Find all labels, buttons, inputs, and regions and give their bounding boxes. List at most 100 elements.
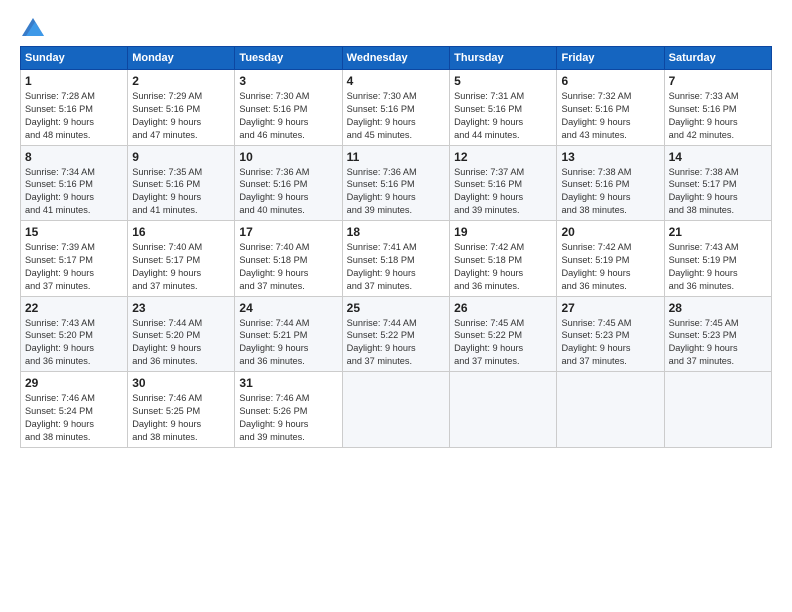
day-number: 7 — [669, 74, 767, 88]
day-info: Sunrise: 7:38 AMSunset: 5:17 PMDaylight:… — [669, 166, 767, 218]
day-info: Sunrise: 7:42 AMSunset: 5:18 PMDaylight:… — [454, 241, 552, 293]
day-info: Sunrise: 7:46 AMSunset: 5:25 PMDaylight:… — [132, 392, 230, 444]
day-info: Sunrise: 7:29 AMSunset: 5:16 PMDaylight:… — [132, 90, 230, 142]
calendar-week-1: 1 Sunrise: 7:28 AMSunset: 5:16 PMDaylight… — [21, 70, 772, 146]
calendar-cell — [664, 372, 771, 448]
calendar-cell: 26 Sunrise: 7:45 AMSunset: 5:22 PMDayligh… — [450, 296, 557, 372]
calendar-cell: 11 Sunrise: 7:36 AMSunset: 5:16 PMDayligh… — [342, 145, 449, 221]
day-info: Sunrise: 7:30 AMSunset: 5:16 PMDaylight:… — [239, 90, 337, 142]
calendar-cell: 7 Sunrise: 7:33 AMSunset: 5:16 PMDaylight… — [664, 70, 771, 146]
day-info: Sunrise: 7:36 AMSunset: 5:16 PMDaylight:… — [347, 166, 445, 218]
day-info: Sunrise: 7:35 AMSunset: 5:16 PMDaylight:… — [132, 166, 230, 218]
calendar-cell: 4Sunrise: 7:30 AMSunset: 5:16 PMDaylight… — [342, 70, 449, 146]
day-number: 14 — [669, 150, 767, 164]
day-number: 9 — [132, 150, 230, 164]
day-info: Sunrise: 7:33 AMSunset: 5:16 PMDaylight:… — [669, 90, 767, 142]
day-info: Sunrise: 7:40 AMSunset: 5:18 PMDaylight:… — [239, 241, 337, 293]
day-info: Sunrise: 7:31 AMSunset: 5:16 PMDaylight:… — [454, 90, 552, 142]
calendar-cell — [342, 372, 449, 448]
calendar-cell: 20 Sunrise: 7:42 AMSunset: 5:19 PMDayligh… — [557, 221, 664, 297]
calendar-cell: 25Sunrise: 7:44 AMSunset: 5:22 PMDayligh… — [342, 296, 449, 372]
day-info: Sunrise: 7:45 AMSunset: 5:23 PMDaylight:… — [669, 317, 767, 369]
day-number: 16 — [132, 225, 230, 239]
day-info: Sunrise: 7:46 AMSunset: 5:26 PMDaylight:… — [239, 392, 337, 444]
day-number: 25 — [347, 301, 445, 315]
day-number: 6 — [561, 74, 659, 88]
calendar-cell: 28 Sunrise: 7:45 AMSunset: 5:23 PMDayligh… — [664, 296, 771, 372]
day-number: 10 — [239, 150, 337, 164]
day-info: Sunrise: 7:45 AMSunset: 5:23 PMDaylight:… — [561, 317, 659, 369]
calendar-week-3: 15 Sunrise: 7:39 AMSunset: 5:17 PMDayligh… — [21, 221, 772, 297]
day-info: Sunrise: 7:36 AMSunset: 5:16 PMDaylight:… — [239, 166, 337, 218]
day-number: 22 — [25, 301, 123, 315]
day-number: 13 — [561, 150, 659, 164]
day-number: 2 — [132, 74, 230, 88]
calendar-cell: 30 Sunrise: 7:46 AMSunset: 5:25 PMDayligh… — [128, 372, 235, 448]
calendar-cell: 15 Sunrise: 7:39 AMSunset: 5:17 PMDayligh… — [21, 221, 128, 297]
day-info: Sunrise: 7:39 AMSunset: 5:17 PMDaylight:… — [25, 241, 123, 293]
day-number: 1 — [25, 74, 123, 88]
calendar-cell: 5 Sunrise: 7:31 AMSunset: 5:16 PMDaylight… — [450, 70, 557, 146]
day-number: 24 — [239, 301, 337, 315]
calendar-cell: 8Sunrise: 7:34 AMSunset: 5:16 PMDaylight… — [21, 145, 128, 221]
day-info: Sunrise: 7:28 AMSunset: 5:16 PMDaylight:… — [25, 90, 123, 142]
calendar-cell: 1 Sunrise: 7:28 AMSunset: 5:16 PMDaylight… — [21, 70, 128, 146]
calendar-cell: 31 Sunrise: 7:46 AMSunset: 5:26 PMDayligh… — [235, 372, 342, 448]
day-number: 28 — [669, 301, 767, 315]
day-number: 20 — [561, 225, 659, 239]
day-number: 19 — [454, 225, 552, 239]
day-info: Sunrise: 7:45 AMSunset: 5:22 PMDaylight:… — [454, 317, 552, 369]
weekday-header-row: SundayMondayTuesdayWednesdayThursdayFrid… — [21, 47, 772, 70]
day-number: 30 — [132, 376, 230, 390]
calendar-cell: 13 Sunrise: 7:38 AMSunset: 5:16 PMDayligh… — [557, 145, 664, 221]
day-number: 27 — [561, 301, 659, 315]
calendar-table: SundayMondayTuesdayWednesdayThursdayFrid… — [20, 46, 772, 448]
weekday-sunday: Sunday — [21, 47, 128, 70]
weekday-monday: Monday — [128, 47, 235, 70]
calendar-cell: 12 Sunrise: 7:37 AMSunset: 5:16 PMDayligh… — [450, 145, 557, 221]
calendar-cell: 18Sunrise: 7:41 AMSunset: 5:18 PMDayligh… — [342, 221, 449, 297]
day-info: Sunrise: 7:37 AMSunset: 5:16 PMDaylight:… — [454, 166, 552, 218]
day-info: Sunrise: 7:38 AMSunset: 5:16 PMDaylight:… — [561, 166, 659, 218]
day-info: Sunrise: 7:44 AMSunset: 5:21 PMDaylight:… — [239, 317, 337, 369]
day-number: 3 — [239, 74, 337, 88]
calendar-week-4: 22 Sunrise: 7:43 AMSunset: 5:20 PMDayligh… — [21, 296, 772, 372]
day-number: 31 — [239, 376, 337, 390]
day-info: Sunrise: 7:46 AMSunset: 5:24 PMDaylight:… — [25, 392, 123, 444]
calendar-cell: 21Sunrise: 7:43 AMSunset: 5:19 PMDayligh… — [664, 221, 771, 297]
calendar-cell: 2 Sunrise: 7:29 AMSunset: 5:16 PMDaylight… — [128, 70, 235, 146]
day-info: Sunrise: 7:32 AMSunset: 5:16 PMDaylight:… — [561, 90, 659, 142]
day-number: 17 — [239, 225, 337, 239]
logo-text — [20, 18, 44, 36]
calendar-cell: 3 Sunrise: 7:30 AMSunset: 5:16 PMDaylight… — [235, 70, 342, 146]
calendar-cell: 23Sunrise: 7:44 AMSunset: 5:20 PMDayligh… — [128, 296, 235, 372]
day-info: Sunrise: 7:42 AMSunset: 5:19 PMDaylight:… — [561, 241, 659, 293]
day-number: 4 — [347, 74, 445, 88]
day-info: Sunrise: 7:40 AMSunset: 5:17 PMDaylight:… — [132, 241, 230, 293]
day-info: Sunrise: 7:43 AMSunset: 5:20 PMDaylight:… — [25, 317, 123, 369]
calendar-cell: 10 Sunrise: 7:36 AMSunset: 5:16 PMDayligh… — [235, 145, 342, 221]
day-info: Sunrise: 7:44 AMSunset: 5:20 PMDaylight:… — [132, 317, 230, 369]
calendar-cell: 19 Sunrise: 7:42 AMSunset: 5:18 PMDayligh… — [450, 221, 557, 297]
weekday-thursday: Thursday — [450, 47, 557, 70]
day-number: 5 — [454, 74, 552, 88]
calendar-cell — [450, 372, 557, 448]
day-number: 18 — [347, 225, 445, 239]
weekday-friday: Friday — [557, 47, 664, 70]
day-number: 29 — [25, 376, 123, 390]
calendar-cell: 29 Sunrise: 7:46 AMSunset: 5:24 PMDayligh… — [21, 372, 128, 448]
day-number: 15 — [25, 225, 123, 239]
weekday-tuesday: Tuesday — [235, 47, 342, 70]
day-number: 11 — [347, 150, 445, 164]
calendar-cell: 9 Sunrise: 7:35 AMSunset: 5:16 PMDaylight… — [128, 145, 235, 221]
calendar-cell: 6 Sunrise: 7:32 AMSunset: 5:16 PMDaylight… — [557, 70, 664, 146]
weekday-wednesday: Wednesday — [342, 47, 449, 70]
day-number: 8 — [25, 150, 123, 164]
day-number: 26 — [454, 301, 552, 315]
calendar-cell: 17 Sunrise: 7:40 AMSunset: 5:18 PMDayligh… — [235, 221, 342, 297]
logo-icon — [22, 18, 44, 36]
day-info: Sunrise: 7:43 AMSunset: 5:19 PMDaylight:… — [669, 241, 767, 293]
calendar-cell: 24 Sunrise: 7:44 AMSunset: 5:21 PMDayligh… — [235, 296, 342, 372]
day-number: 12 — [454, 150, 552, 164]
calendar-cell: 22 Sunrise: 7:43 AMSunset: 5:20 PMDayligh… — [21, 296, 128, 372]
